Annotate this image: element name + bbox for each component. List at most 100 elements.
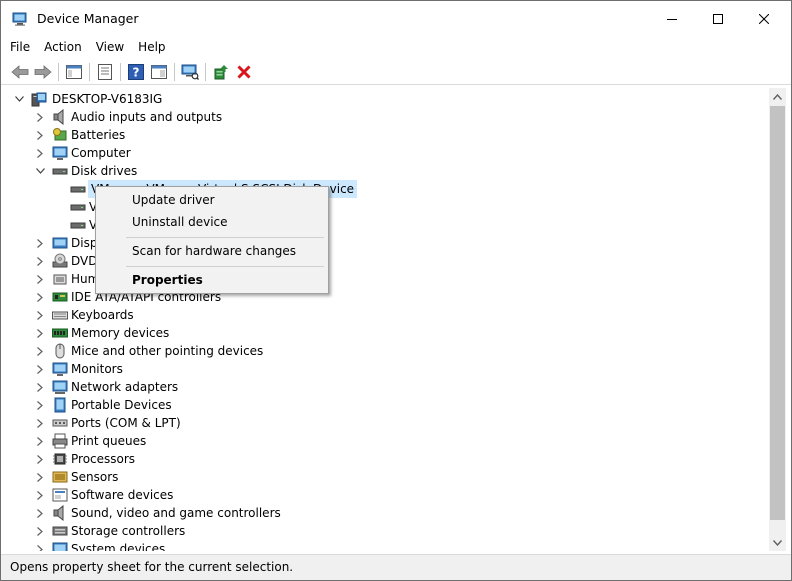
tree-item-label: Mice and other pointing devices (71, 344, 264, 358)
forward-button[interactable] (33, 62, 53, 82)
tree-item-label: Batteries (71, 128, 126, 142)
tree-category[interactable]: Sensors (7, 468, 767, 486)
tree-category[interactable]: Processors (7, 450, 767, 468)
update-driver-button[interactable] (211, 62, 231, 82)
scan-hardware-changes-button[interactable] (180, 62, 200, 82)
tree-item-label: Monitors (71, 362, 123, 376)
scan-hardware-changes-menu-item[interactable]: Scan for hardware changes (98, 240, 326, 262)
toolbar-separator (120, 63, 121, 81)
expand-toggle[interactable] (34, 432, 46, 450)
chevron-right-icon (37, 436, 43, 446)
tree-category[interactable]: Mice and other pointing devices (7, 342, 767, 360)
tree-category[interactable]: Storage controllers (7, 522, 767, 540)
tree-category[interactable]: Computer (7, 144, 767, 162)
tree-item-label: Audio inputs and outputs (71, 110, 223, 124)
tree-category[interactable]: Audio inputs and outputs (7, 108, 767, 126)
minimize-icon (667, 19, 677, 20)
update-driver-menu-item[interactable]: Update driver (98, 189, 326, 211)
tree-category[interactable]: System devices (7, 540, 767, 551)
tree-item-label: Software devices (71, 488, 174, 502)
tree-category[interactable]: Monitors (7, 360, 767, 378)
chevron-right-icon (37, 292, 43, 302)
device-manager-icon (12, 12, 27, 26)
uninstall-device-button[interactable] (234, 62, 254, 82)
expand-toggle[interactable] (34, 306, 46, 324)
device-tree[interactable]: DESKTOP-V6183IG Audio inputs and outputs B… (7, 88, 769, 551)
minimize-button[interactable] (649, 1, 695, 37)
expand-toggle[interactable] (34, 234, 46, 252)
collapse-toggle[interactable] (13, 90, 25, 108)
vertical-scrollbar[interactable] (769, 88, 786, 551)
close-button[interactable] (741, 1, 787, 37)
tree-category[interactable]: Disk drives (7, 162, 767, 180)
chevron-right-icon (37, 490, 43, 500)
back-button[interactable] (10, 62, 30, 82)
expand-toggle[interactable] (34, 396, 46, 414)
ide-controller-icon (52, 292, 68, 302)
tree-root[interactable]: DESKTOP-V6183IG (7, 90, 767, 108)
menu-separator (126, 237, 324, 238)
chevron-right-icon (37, 508, 43, 518)
tree-category[interactable]: Portable Devices (7, 396, 767, 414)
chevron-right-icon (37, 472, 43, 482)
expand-toggle[interactable] (34, 378, 46, 396)
properties-sheet-button[interactable] (95, 62, 115, 82)
chevron-right-icon (37, 310, 43, 320)
menu-file[interactable]: File (1, 37, 37, 57)
computer-root-icon (31, 92, 47, 107)
menu-help[interactable]: Help (131, 37, 172, 57)
expand-toggle[interactable] (34, 288, 46, 306)
chevron-right-icon (37, 130, 43, 140)
uninstall-device-icon (237, 65, 251, 79)
chevron-right-icon (37, 364, 43, 374)
expand-toggle[interactable] (34, 324, 46, 342)
expand-toggle[interactable] (34, 108, 46, 126)
expand-toggle[interactable] (34, 342, 46, 360)
expand-toggle[interactable] (34, 540, 46, 551)
chevron-right-icon (37, 544, 43, 551)
tree-category[interactable]: Sound, video and game controllers (7, 504, 767, 522)
expand-toggle[interactable] (34, 414, 46, 432)
chevron-right-icon (37, 400, 43, 410)
status-text: Opens property sheet for the current sel… (10, 560, 294, 574)
expand-toggle[interactable] (34, 270, 46, 288)
expand-toggle[interactable] (34, 468, 46, 486)
tree-category[interactable]: Software devices (7, 486, 767, 504)
menu-action[interactable]: Action (37, 37, 89, 57)
expand-toggle[interactable] (34, 126, 46, 144)
processor-icon (53, 453, 67, 465)
tree-category[interactable]: Memory devices (7, 324, 767, 342)
uninstall-device-menu-item[interactable]: Uninstall device (98, 211, 326, 233)
tree-category[interactable]: Batteries (7, 126, 767, 144)
expand-toggle[interactable] (34, 360, 46, 378)
system-device-icon (52, 542, 68, 551)
expand-toggle[interactable] (34, 144, 46, 162)
expand-toggle[interactable] (34, 486, 46, 504)
scroll-down-button[interactable] (769, 534, 786, 551)
tree-item-label: Disk drives (71, 164, 138, 178)
forward-arrow-icon (34, 65, 52, 79)
show-hide-console-tree-button[interactable] (64, 62, 84, 82)
action-pane-button[interactable] (149, 62, 169, 82)
menu-view[interactable]: View (89, 37, 131, 57)
chevron-right-icon (37, 238, 43, 248)
update-driver-icon (214, 65, 228, 80)
tree-category[interactable]: Print queues (7, 432, 767, 450)
help-button[interactable]: ? (126, 62, 146, 82)
expand-toggle[interactable] (34, 252, 46, 270)
tree-category[interactable]: Ports (COM & LPT) (7, 414, 767, 432)
disk-drive-icon (70, 204, 86, 211)
properties-menu-item[interactable]: Properties (98, 269, 326, 291)
scroll-up-button[interactable] (769, 88, 786, 105)
expand-toggle[interactable] (34, 450, 46, 468)
expand-toggle[interactable] (34, 522, 46, 540)
tree-item-label: Computer (71, 146, 131, 160)
tree-category[interactable]: Keyboards (7, 306, 767, 324)
maximize-button[interactable] (695, 1, 741, 37)
collapse-toggle[interactable] (34, 162, 46, 180)
scrollbar-thumb[interactable] (770, 106, 785, 520)
tree-category[interactable]: Network adapters (7, 378, 767, 396)
tree-item-label: System devices (71, 542, 166, 551)
expand-toggle[interactable] (34, 504, 46, 522)
chevron-down-icon (773, 539, 782, 546)
